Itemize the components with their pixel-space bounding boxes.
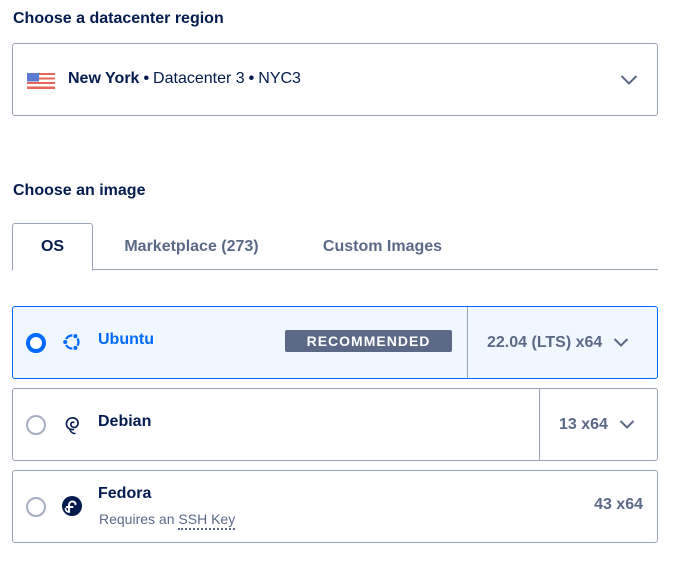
os-requirement-note: Requires an SSH Key <box>99 511 236 530</box>
tab-marketplace[interactable]: Marketplace (273) <box>93 223 290 270</box>
radio-button[interactable] <box>26 333 46 353</box>
region-city: New York <box>68 70 140 87</box>
region-value: New York • Datacenter 3 • NYC3 <box>68 70 301 88</box>
debian-icon <box>65 416 79 435</box>
fedora-icon <box>62 496 82 516</box>
region-separator: • <box>248 70 255 87</box>
os-name: Fedora <box>98 485 152 502</box>
requirement-text: Requires an <box>99 511 175 527</box>
chevron-down-icon <box>614 338 629 347</box>
tab-custom-images[interactable]: Custom Images <box>290 223 475 270</box>
us-flag-icon <box>27 73 55 89</box>
region-code: NYC3 <box>258 70 301 87</box>
tab-os[interactable]: OS <box>12 223 93 271</box>
radio-button[interactable] <box>26 415 46 435</box>
region-separator: • <box>143 70 150 87</box>
region-dropdown[interactable]: New York • Datacenter 3 • NYC3 <box>12 43 658 116</box>
ubuntu-icon <box>61 332 80 352</box>
version-value: 22.04 (LTS) x64 <box>487 333 603 351</box>
region-section-title: Choose a datacenter region <box>13 10 224 27</box>
chevron-down-icon[interactable] <box>620 74 638 86</box>
os-name: Ubuntu <box>98 331 154 348</box>
version-value: 13 x64 <box>559 415 608 433</box>
os-option-fedora[interactable]: Fedora Requires an SSH Key 43 x64 <box>12 470 658 543</box>
os-name: Debian <box>98 413 152 430</box>
region-datacenter: Datacenter 3 <box>153 70 245 87</box>
version-dropdown[interactable]: 22.04 (LTS) x64 <box>467 307 657 378</box>
radio-button[interactable] <box>26 497 46 517</box>
ssh-key-link[interactable]: SSH Key <box>178 511 236 530</box>
image-section-title: Choose an image <box>13 182 146 199</box>
image-tabs: OS Marketplace (273) Custom Images <box>12 223 658 271</box>
os-option-ubuntu[interactable]: Ubuntu RECOMMENDED 22.04 (LTS) x64 <box>12 306 658 379</box>
chevron-down-icon <box>619 420 635 429</box>
recommended-badge: RECOMMENDED <box>285 330 452 352</box>
os-option-debian[interactable]: Debian 13 x64 <box>12 388 658 461</box>
version-dropdown[interactable]: 13 x64 <box>539 389 657 460</box>
version-value: 43 x64 <box>594 496 643 513</box>
